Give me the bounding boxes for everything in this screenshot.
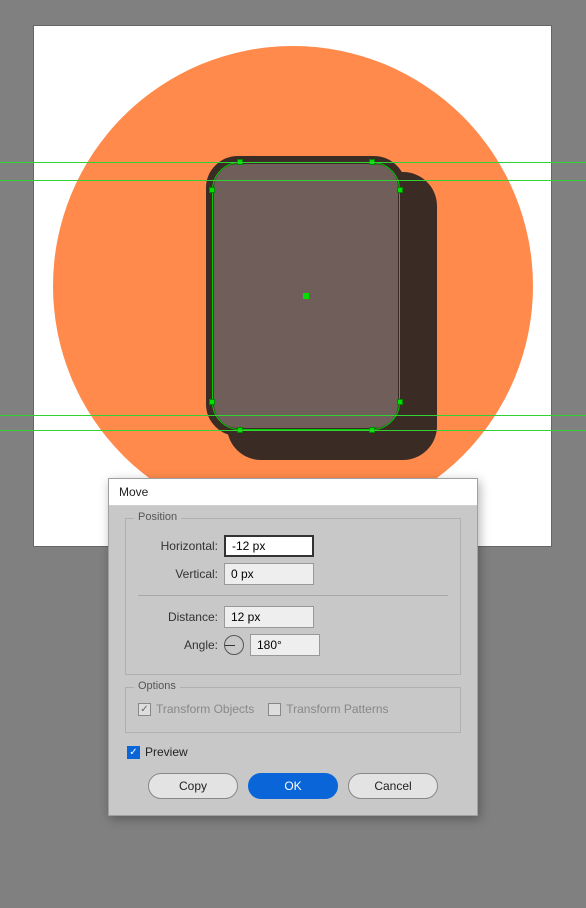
preview-label: Preview <box>145 745 188 759</box>
vertical-label: Vertical: <box>138 567 218 581</box>
horizontal-input[interactable] <box>224 535 314 557</box>
handle[interactable] <box>209 187 215 193</box>
distance-input[interactable] <box>224 606 314 628</box>
position-group: Position Horizontal: Vertical: Distance:… <box>125 518 461 675</box>
angle-input[interactable] <box>250 634 320 656</box>
angle-label: Angle: <box>138 638 218 652</box>
selection-center <box>303 293 309 299</box>
guide-line <box>0 162 586 163</box>
canvas[interactable] <box>33 25 552 547</box>
handle[interactable] <box>397 187 403 193</box>
guide-line <box>0 430 586 431</box>
move-dialog: Move Position Horizontal: Vertical: Dist… <box>108 478 478 816</box>
checkbox-icon[interactable]: ✓ <box>127 746 140 759</box>
transform-objects-checkbox: ✓ Transform Objects <box>138 702 254 716</box>
handle[interactable] <box>397 399 403 405</box>
transform-patterns-label: Transform Patterns <box>286 702 388 716</box>
position-label: Position <box>134 511 181 523</box>
divider <box>138 595 448 596</box>
transform-objects-label: Transform Objects <box>156 702 254 716</box>
handle[interactable] <box>209 399 215 405</box>
vertical-input[interactable] <box>224 563 314 585</box>
checkbox-icon: ✓ <box>138 703 151 716</box>
ok-button[interactable]: OK <box>248 773 338 799</box>
dialog-title[interactable]: Move <box>109 479 477 506</box>
guide-line <box>0 415 586 416</box>
options-label: Options <box>134 680 180 692</box>
distance-label: Distance: <box>138 610 218 624</box>
angle-icon[interactable] <box>224 635 244 655</box>
transform-patterns-checkbox: Transform Patterns <box>268 702 388 716</box>
options-group: Options ✓ Transform Objects Transform Pa… <box>125 687 461 733</box>
checkbox-icon <box>268 703 281 716</box>
cancel-button[interactable]: Cancel <box>348 773 438 799</box>
preview-checkbox[interactable]: ✓ Preview <box>127 745 188 759</box>
horizontal-label: Horizontal: <box>138 539 218 553</box>
guide-line <box>0 180 586 181</box>
copy-button[interactable]: Copy <box>148 773 238 799</box>
